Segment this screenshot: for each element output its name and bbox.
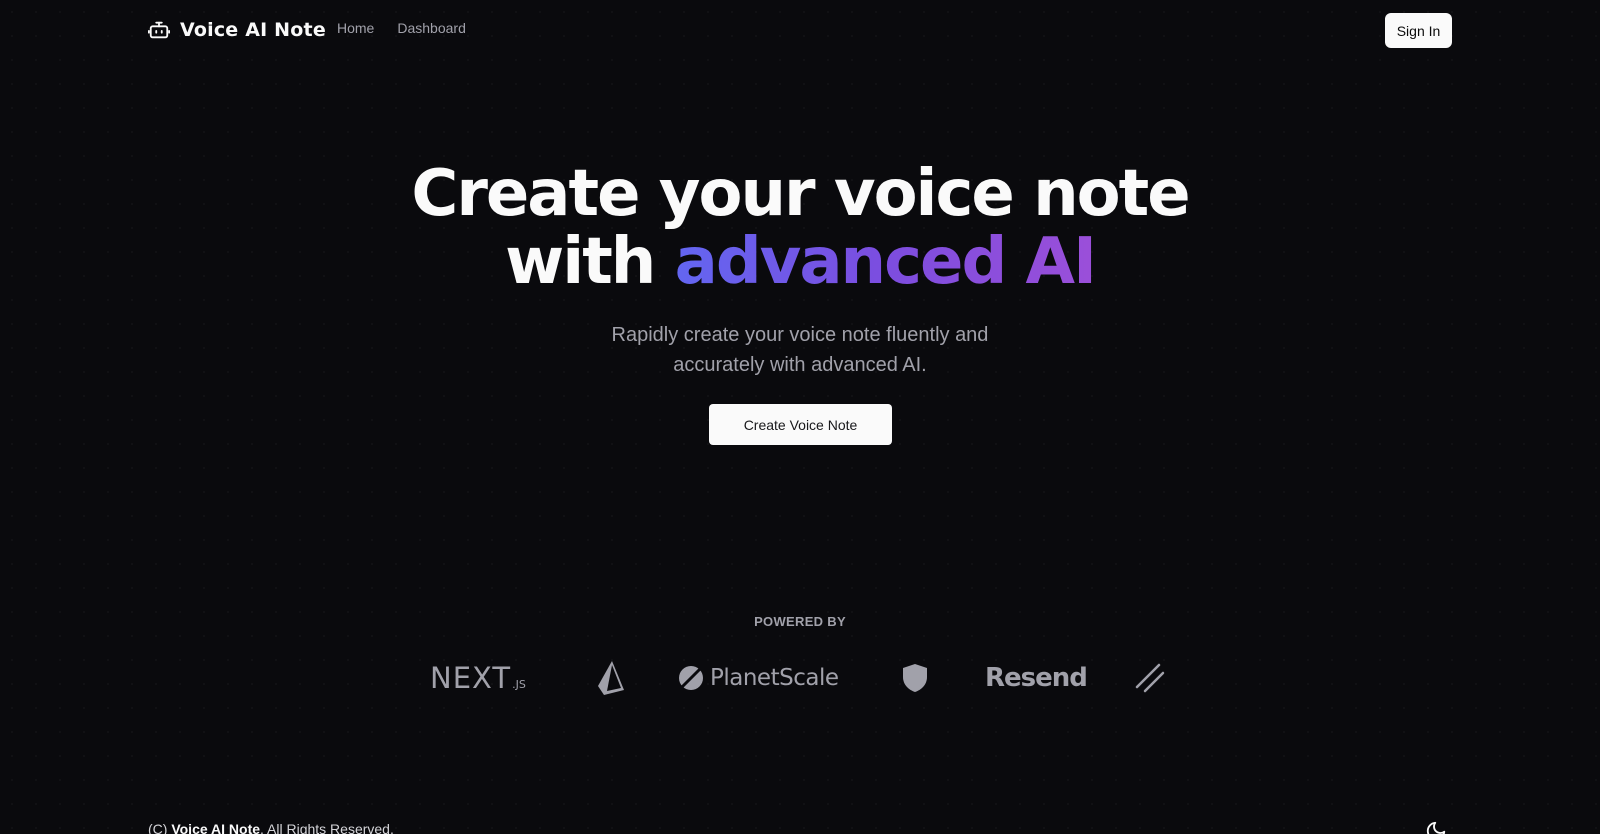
resend-logo-text: Resend <box>985 663 1088 693</box>
headline-highlight: advanced AI <box>674 225 1097 299</box>
slash-icon <box>1135 663 1165 693</box>
moon-icon <box>1426 821 1446 834</box>
prisma-logo[interactable] <box>596 658 626 698</box>
brand-name: Voice AI Note <box>180 19 326 41</box>
powered-by-label: POWERED BY <box>754 614 846 629</box>
nav-home-link[interactable]: Home <box>337 20 374 36</box>
page: Voice AI Note Home Dashboard Sign In Cre… <box>0 0 1600 834</box>
copyright-suffix: . All Rights Reserved. <box>260 821 394 834</box>
main-nav: Home Dashboard <box>337 20 466 36</box>
planetscale-logo[interactable]: PlanetScale <box>678 658 839 698</box>
shield-icon <box>903 664 927 692</box>
slash-logo[interactable] <box>1135 658 1165 698</box>
nextjs-logo-text: NEXT <box>430 661 512 695</box>
site-header: Voice AI Note Home Dashboard Sign In <box>0 0 1600 60</box>
copyright-text: (C) Voice AI Note. All Rights Reserved. <box>148 821 394 834</box>
site-footer: (C) Voice AI Note. All Rights Reserved. <box>0 812 1600 834</box>
resend-logo[interactable]: Resend <box>985 658 1088 698</box>
powered-by-logos: NEXT .JS PlanetScale Resend <box>0 658 1600 698</box>
hero-section: Create your voice note with advanced AI … <box>0 160 1600 380</box>
hero-subtitle: Rapidly create your voice note fluently … <box>611 324 989 376</box>
brand[interactable]: Voice AI Note <box>148 14 326 46</box>
headline-line-1: Create your voice note <box>411 157 1190 231</box>
sign-in-button[interactable]: Sign In <box>1385 13 1452 48</box>
prisma-icon <box>598 661 624 695</box>
robot-icon <box>148 21 170 39</box>
headline-line-2: with advanced AI <box>0 228 1600 296</box>
planetscale-logo-text: PlanetScale <box>710 665 839 691</box>
create-voice-note-button[interactable]: Create Voice Note <box>709 404 892 445</box>
nav-dashboard-link[interactable]: Dashboard <box>397 20 466 36</box>
copyright-brand: Voice AI Note <box>171 821 261 834</box>
planetscale-icon <box>679 666 703 690</box>
theme-toggle-button[interactable] <box>1425 820 1447 834</box>
headline-prefix: with <box>505 225 675 299</box>
hero-headline: Create your voice note with advanced AI <box>0 160 1600 296</box>
nextjs-logo-suffix: .JS <box>512 677 526 691</box>
copyright-prefix: (C) <box>148 821 172 834</box>
nextjs-logo[interactable]: NEXT .JS <box>430 658 526 698</box>
shield-logo[interactable] <box>902 658 928 698</box>
